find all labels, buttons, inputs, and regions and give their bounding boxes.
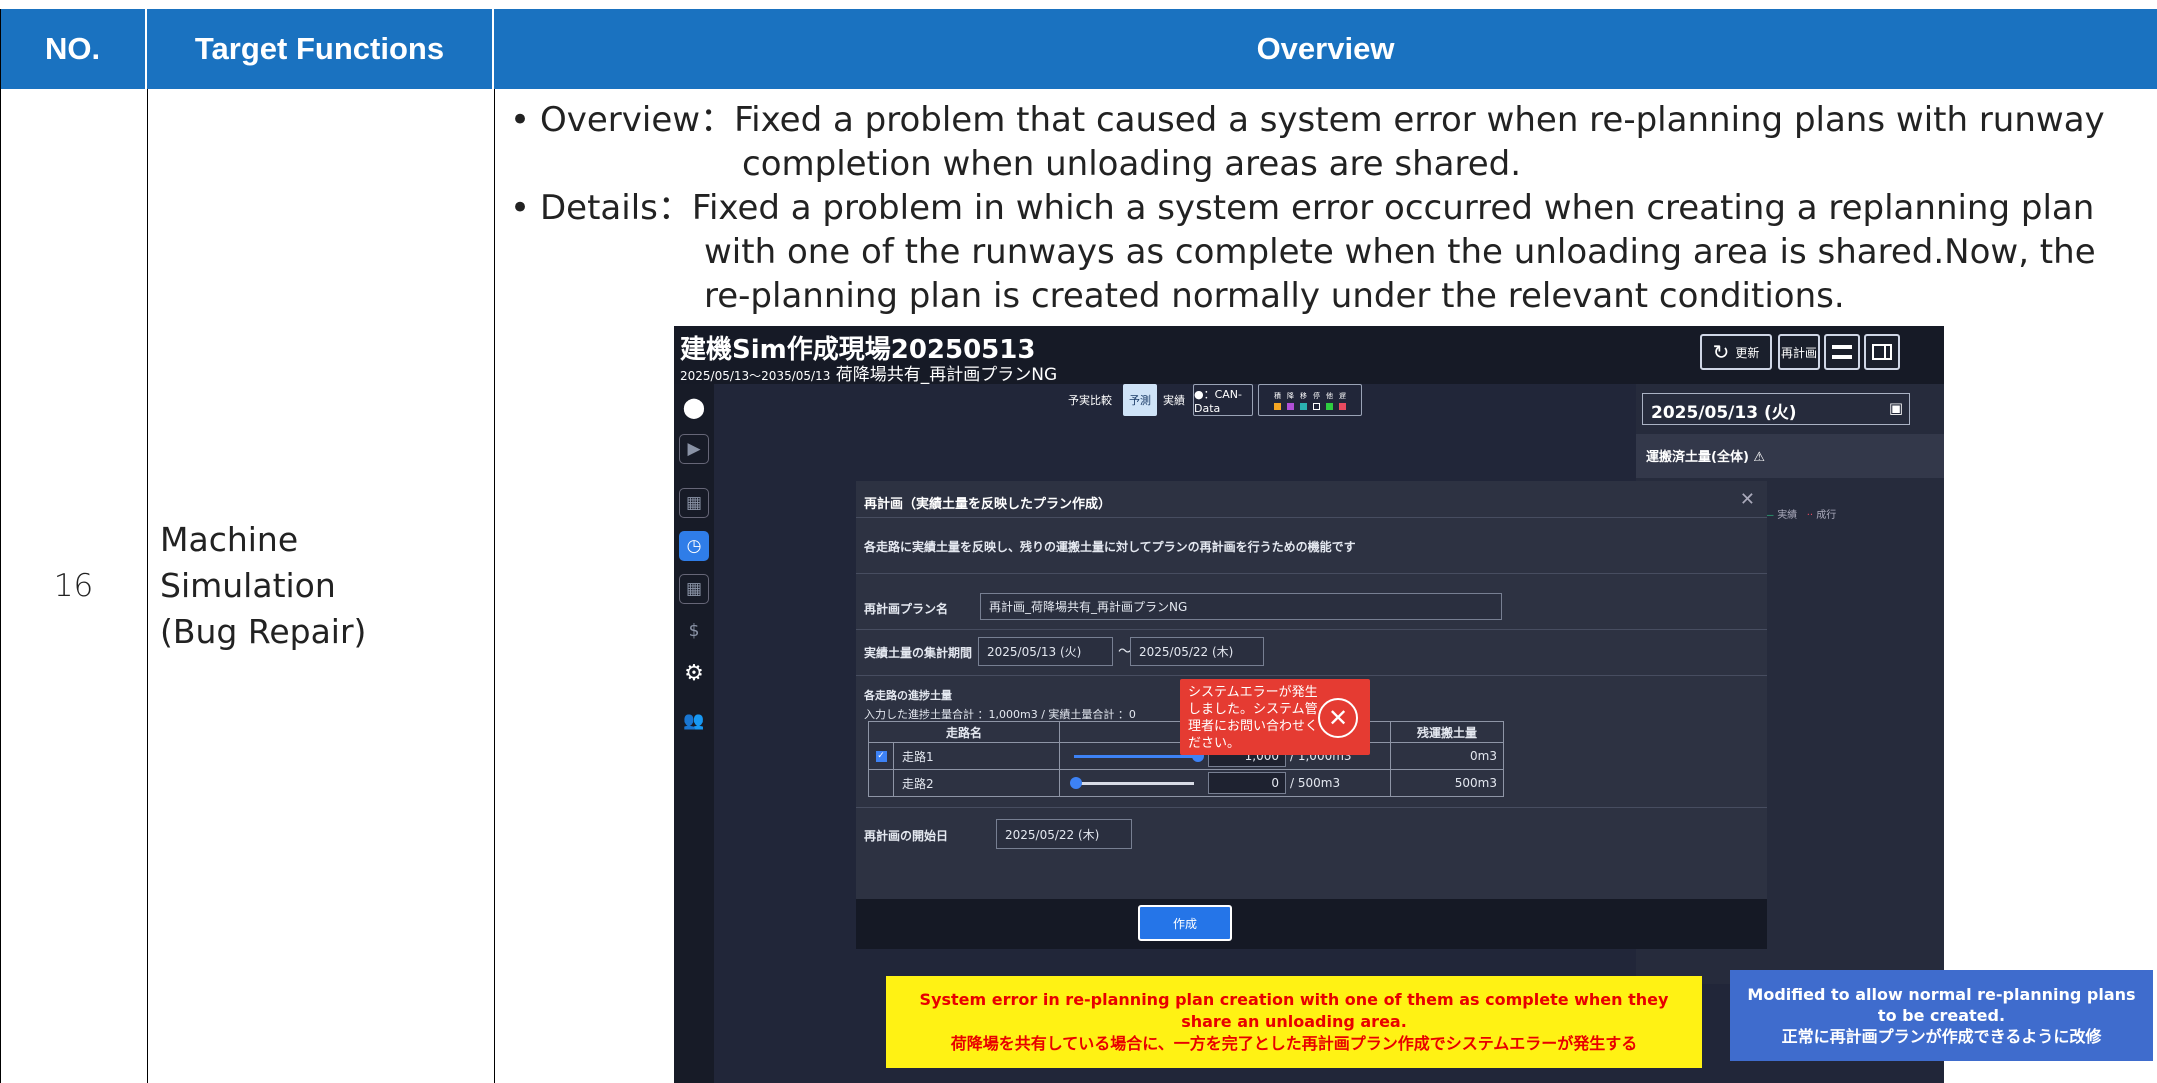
details-continuation-1: with one of the runways as complete when… bbox=[704, 232, 2096, 272]
issue-callout-en: System error in re-planning plan creatio… bbox=[919, 990, 1669, 1031]
plan-name-input[interactable]: 再計画_荷降場共有_再計画プランNG bbox=[980, 593, 1502, 620]
layout-rows-button[interactable] bbox=[1824, 334, 1860, 370]
divider bbox=[856, 807, 1767, 808]
legend-item: 遅 bbox=[1339, 391, 1346, 410]
map-pin-icon[interactable]: ⬤ bbox=[679, 392, 709, 422]
actual-pill[interactable]: 実績 bbox=[1160, 384, 1188, 416]
legend-item: 他 bbox=[1326, 391, 1333, 410]
layout-panel-button[interactable] bbox=[1864, 334, 1900, 370]
modal-description: 各走路に実績土量を反映し、残りの運搬土量に対してプランの再計画を行うための機能で… bbox=[864, 540, 1356, 554]
refresh-button[interactable]: ↻ 更新 bbox=[1700, 334, 1772, 370]
divider bbox=[856, 675, 1767, 676]
app-subtitle: 2025/05/13～2035/05/13 荷降場共有_再計画プランNG bbox=[680, 365, 1058, 385]
issue-callout: System error in re-planning plan creatio… bbox=[886, 976, 1702, 1068]
row2-slider[interactable] bbox=[1074, 782, 1194, 785]
app-header: 建機Sim作成現場20250513 2025/05/13～2035/05/13 … bbox=[674, 326, 1944, 385]
progress-total: 入力した進捗土量合計 ：1,000m3 / 実績土量合計 ：0 bbox=[864, 708, 1136, 721]
table-divider bbox=[147, 89, 148, 1083]
issue-callout-ja: 荷降場を共有している場合に、一方を完了とした再計画プラン作成でシステムエラーが発… bbox=[950, 1034, 1638, 1053]
col-runway-header: 走路名 bbox=[868, 721, 1060, 743]
clock-icon[interactable]: ◷ bbox=[679, 531, 709, 561]
start-date-label: 再計画の開始日 bbox=[864, 829, 949, 843]
modal-title: 再計画（実績土量を反映したプラン作成） bbox=[864, 497, 1112, 512]
row2-progress-cell: 0 / 500m3 bbox=[1059, 769, 1391, 797]
modal-footer: 作成 bbox=[856, 899, 1767, 949]
legend-item: 積 bbox=[1274, 391, 1281, 410]
row2-remaining: 500m3 bbox=[1390, 769, 1504, 797]
header-target-functions: Target Functions bbox=[147, 9, 494, 89]
fix-callout-en: Modified to allow normal re-planning pla… bbox=[1747, 985, 2136, 1025]
error-toast: システムエラーが発生しました。システム管理者にお問い合わせください。 ✕ bbox=[1180, 679, 1370, 755]
plan-name-label: 再計画プラン名 bbox=[864, 602, 949, 616]
panel-icon bbox=[1872, 344, 1892, 360]
warning-icon: ⚠ bbox=[1753, 450, 1766, 465]
app-sidebar: ⬤ ▶ ▦ ◷ ▦ $ ⚙ 👥 bbox=[674, 384, 714, 1083]
check-icon: ✓ bbox=[875, 750, 887, 762]
row2-runway-name: 走路2 bbox=[893, 769, 1060, 797]
period-label: 実績土量の集計期間 bbox=[864, 646, 973, 660]
header-overview: Overview bbox=[494, 9, 2157, 89]
close-icon[interactable]: ✕ bbox=[1740, 489, 1755, 510]
header-no: NO. bbox=[0, 9, 147, 89]
create-button[interactable]: 作成 bbox=[1138, 905, 1232, 941]
divider bbox=[856, 629, 1767, 630]
row2-slider-knob[interactable] bbox=[1070, 777, 1082, 789]
overview-continuation: completion when unloading areas are shar… bbox=[742, 144, 1522, 184]
error-message: システムエラーが発生しました。システム管理者にお問い合わせください。 bbox=[1188, 685, 1319, 751]
fix-callout: Modified to allow normal re-planning pla… bbox=[1730, 970, 2153, 1061]
table-divider bbox=[494, 89, 495, 1083]
row1-slider[interactable] bbox=[1074, 755, 1194, 758]
progress-label: 各走路の進捗土量 bbox=[864, 689, 952, 702]
replan-button[interactable]: 再計画 bbox=[1778, 334, 1820, 370]
refresh-icon: ↻ bbox=[1712, 340, 1730, 364]
col-remaining-header: 残運搬土量 bbox=[1390, 721, 1504, 743]
rows-icon bbox=[1832, 345, 1852, 359]
can-data-pill: ●：CAN-Data bbox=[1193, 384, 1253, 416]
transported-volume-label: 運搬済土量(全体) ⚠ bbox=[1646, 450, 1766, 465]
calendar-icon: ▣ bbox=[1888, 399, 1903, 417]
row1-runway-name: 走路1 bbox=[893, 742, 1060, 770]
divider bbox=[856, 517, 1767, 518]
gear-icon[interactable]: ⚙ bbox=[679, 658, 709, 688]
legend-item: 降 bbox=[1287, 391, 1294, 410]
chart-legend: — 実績 ·· 成行 bbox=[1764, 510, 1837, 521]
start-date-input[interactable]: 2025/05/22 (木) bbox=[996, 819, 1132, 849]
row-number: 16 bbox=[53, 568, 94, 604]
users-icon[interactable]: 👥 bbox=[679, 706, 709, 736]
legend-item: 停 bbox=[1313, 391, 1320, 410]
period-to-input[interactable]: 2025/05/22 (木) bbox=[1130, 637, 1264, 666]
row2-checkbox[interactable] bbox=[868, 769, 894, 797]
dollar-icon[interactable]: $ bbox=[679, 616, 709, 646]
legend-item: 移 bbox=[1300, 391, 1307, 410]
row2-total: / 500m3 bbox=[1290, 776, 1341, 790]
overview-bullet: • Overview：Fixed a problem that caused a … bbox=[510, 100, 2105, 140]
compare-pill[interactable]: 予実比較 bbox=[1060, 384, 1120, 416]
fix-callout-ja: 正常に再計画プランが作成できるように改修 bbox=[1781, 1027, 2102, 1046]
grid-icon[interactable]: ▦ bbox=[679, 574, 709, 604]
row2-value-input[interactable]: 0 bbox=[1208, 772, 1286, 794]
error-icon: ✕ bbox=[1318, 698, 1358, 738]
row1-checkbox[interactable]: ✓ bbox=[868, 742, 894, 770]
forecast-pill[interactable]: 予測 bbox=[1123, 384, 1157, 416]
status-legend: 積 降 移 停 他 遅 bbox=[1258, 384, 1362, 416]
divider bbox=[856, 573, 1767, 574]
details-continuation-2: re-planning plan is created normally und… bbox=[704, 276, 1845, 316]
target-function: Machine Simulation (Bug Repair) bbox=[160, 520, 367, 651]
details-bullet: • Details：Fixed a problem in which a syst… bbox=[510, 188, 2095, 228]
period-from-input[interactable]: 2025/05/13 (火) bbox=[978, 637, 1113, 666]
calendar-icon[interactable]: ▦ bbox=[679, 488, 709, 518]
row1-remaining: 0m3 bbox=[1390, 742, 1504, 770]
play-icon[interactable]: ▶ bbox=[679, 434, 709, 464]
date-picker[interactable]: 2025/05/13 (火) ▣ bbox=[1642, 393, 1910, 425]
